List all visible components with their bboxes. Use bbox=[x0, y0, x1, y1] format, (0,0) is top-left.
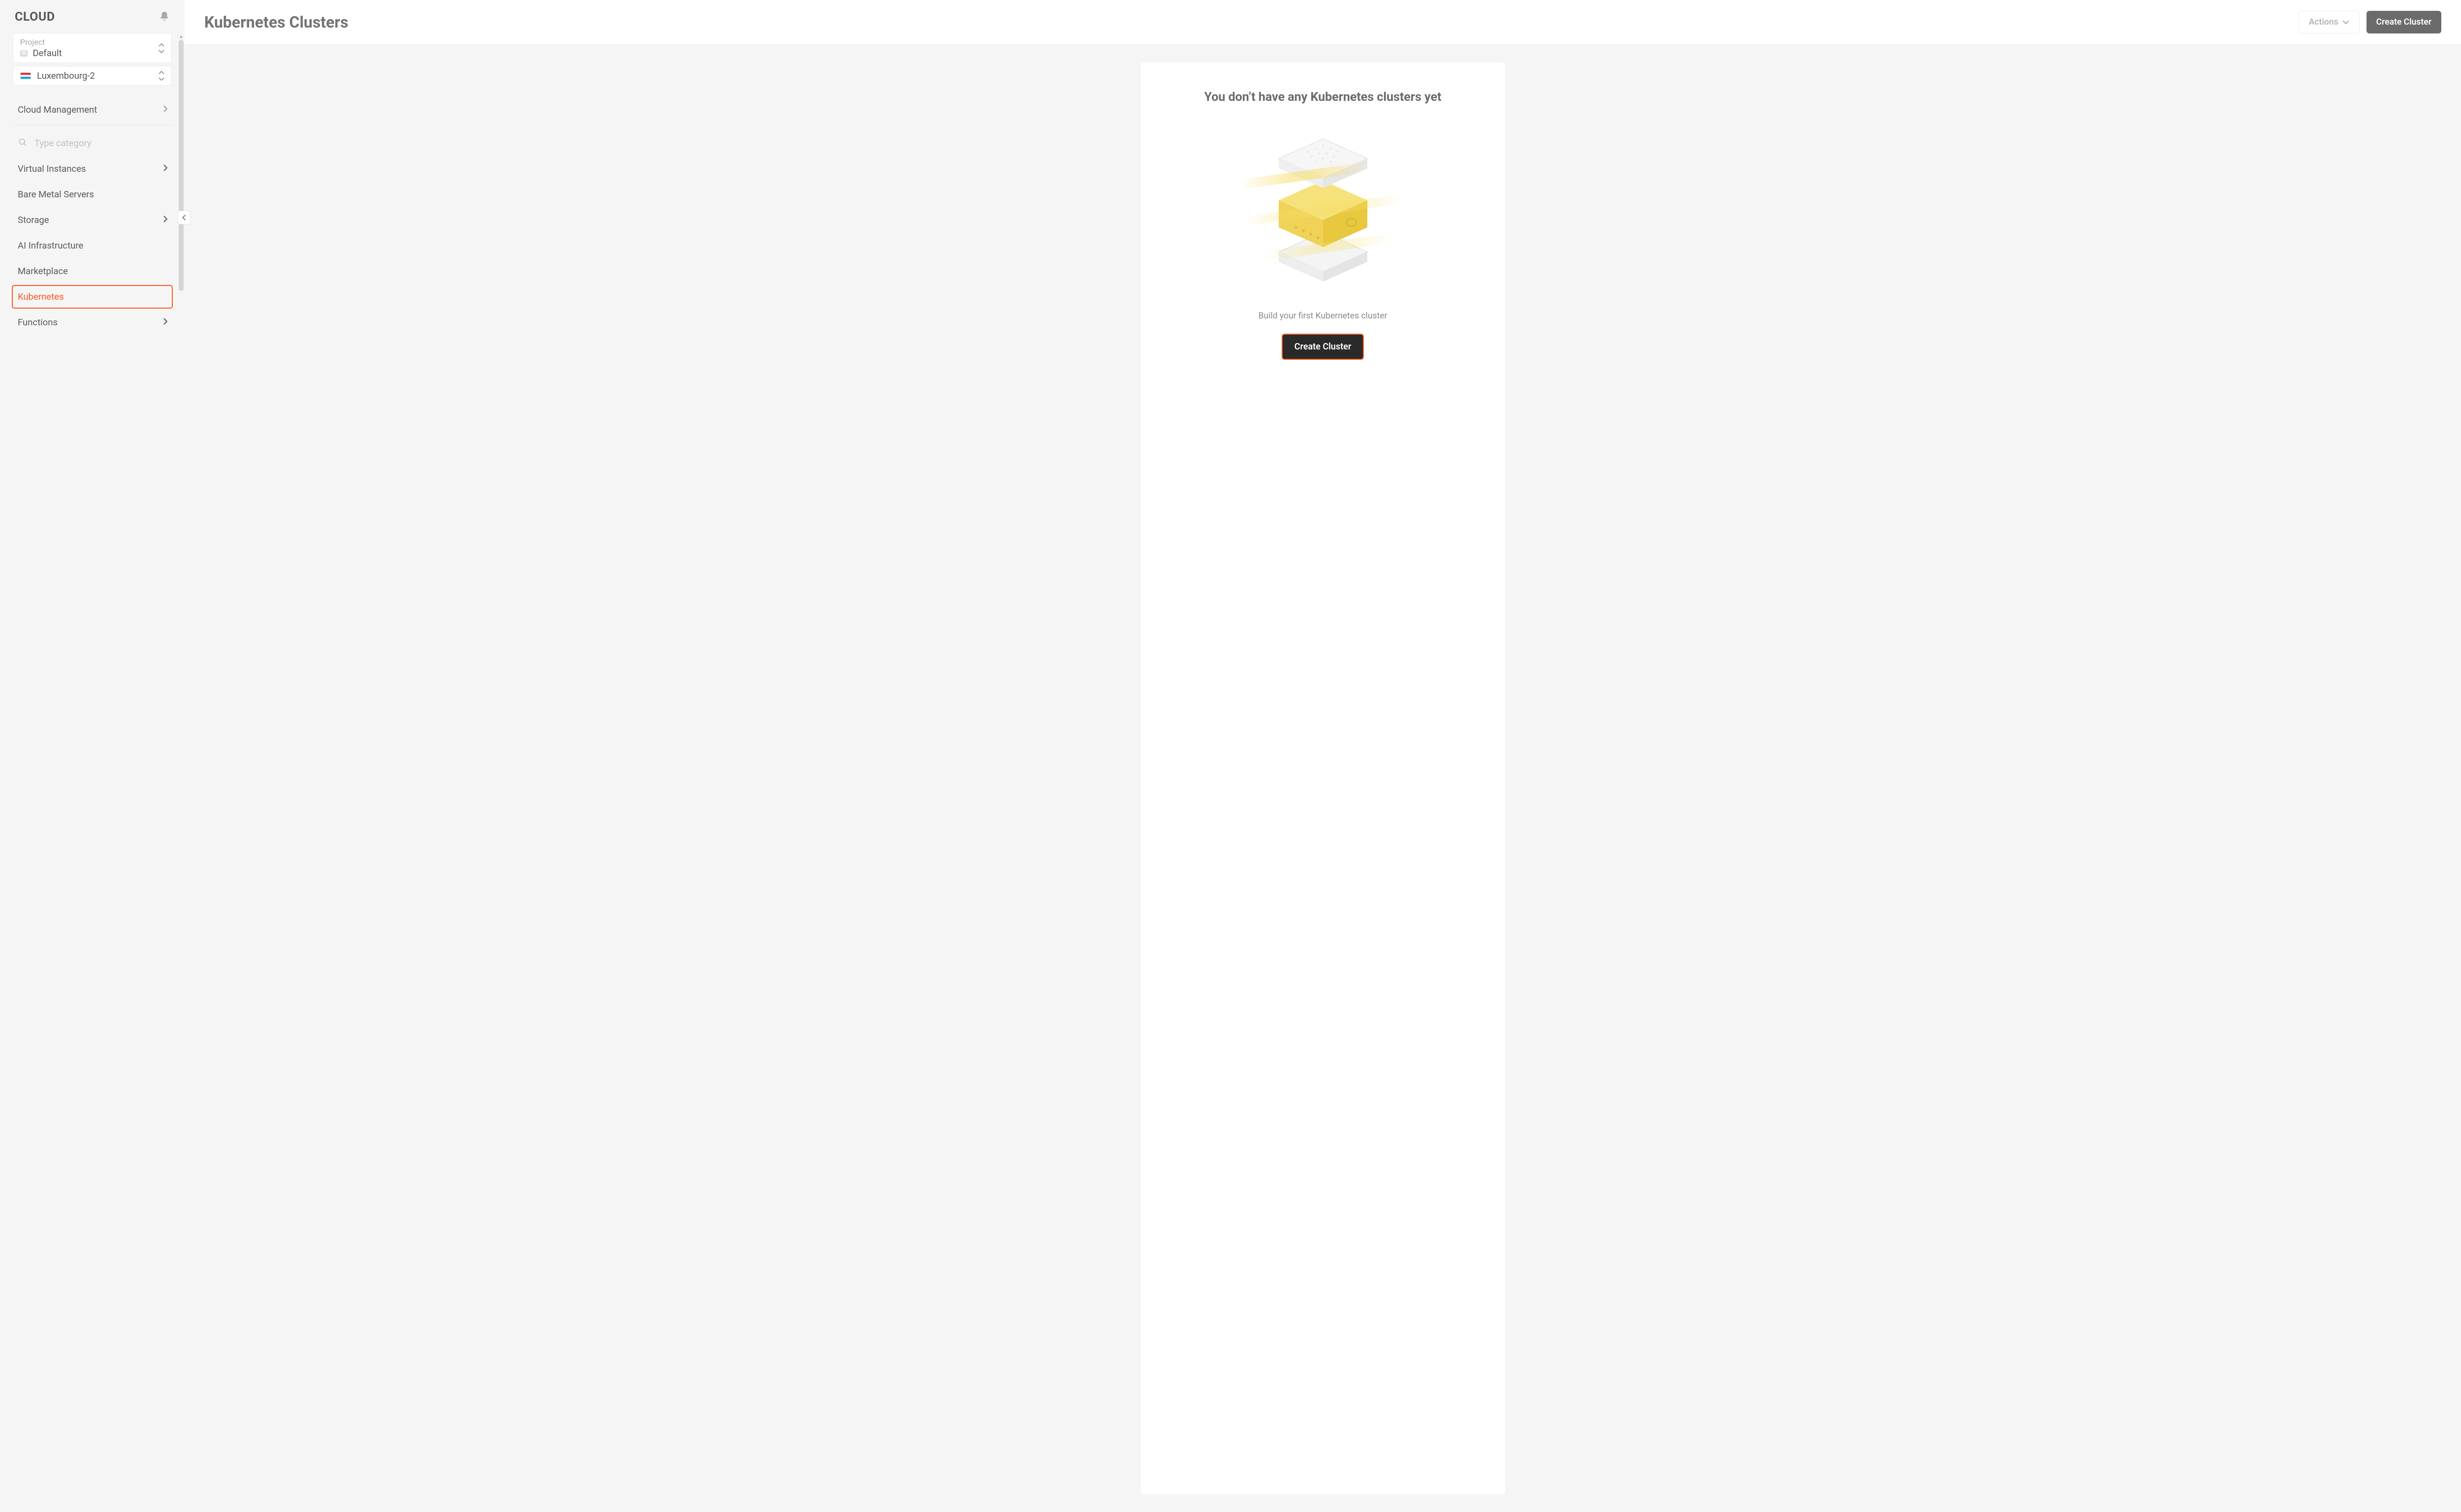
selector-chevrons-icon bbox=[158, 71, 164, 81]
sidebar-item-label: AI Infrastructure bbox=[18, 240, 83, 251]
sidebar-item-functions[interactable]: Functions bbox=[13, 310, 172, 335]
category-search-input[interactable] bbox=[34, 138, 168, 149]
sidebar-item-label: Kubernetes bbox=[18, 291, 64, 302]
empty-state-cta-label: Create Cluster bbox=[1294, 342, 1352, 352]
empty-state-caption: Build your first Kubernetes cluster bbox=[1161, 311, 1485, 321]
flag-luxembourg-icon bbox=[20, 72, 31, 80]
sidebar-item-virtual-instances[interactable]: Virtual Instances bbox=[13, 156, 172, 182]
chevron-right-icon bbox=[163, 215, 168, 225]
create-cluster-button[interactable]: Create Cluster bbox=[2366, 11, 2441, 33]
sidebar-item-label: Functions bbox=[18, 317, 58, 328]
nav-list: Virtual Instances Bare Metal Servers Stora… bbox=[13, 156, 172, 335]
region-value: Luxembourg-2 bbox=[20, 70, 95, 81]
project-value: ID Default bbox=[20, 48, 62, 59]
brand-logo: CLOUD bbox=[15, 10, 55, 24]
empty-state-illustration bbox=[1161, 124, 1485, 282]
region-selector[interactable]: Luxembourg-2 bbox=[13, 66, 172, 86]
search-icon bbox=[18, 137, 28, 149]
sidebar-item-label: Cloud Management bbox=[18, 104, 97, 115]
selector-chevrons-icon bbox=[158, 43, 164, 53]
sidebar-item-kubernetes[interactable]: Kubernetes bbox=[12, 285, 173, 309]
chevron-left-icon bbox=[182, 214, 187, 221]
sidebar-item-label: Storage bbox=[18, 215, 49, 225]
chevron-right-icon bbox=[163, 104, 168, 115]
empty-state-title: You don’t have any Kubernetes clusters y… bbox=[1161, 90, 1485, 104]
sidebar: CLOUD Project ID Default bbox=[0, 0, 185, 1512]
sidebar-scrollbar[interactable]: ▴ bbox=[178, 33, 185, 1502]
sidebar-item-cloud-management[interactable]: Cloud Management bbox=[13, 96, 172, 126]
project-selector[interactable]: Project ID Default bbox=[13, 33, 172, 63]
sidebar-header: CLOUD bbox=[0, 10, 185, 33]
sidebar-item-marketplace[interactable]: Marketplace bbox=[13, 258, 172, 284]
scrollbar-thumb[interactable] bbox=[179, 40, 184, 291]
scroll-up-icon[interactable]: ▴ bbox=[178, 33, 185, 40]
project-value-text: Default bbox=[32, 48, 62, 59]
id-badge-icon: ID bbox=[20, 50, 28, 57]
sidebar-item-label: Virtual Instances bbox=[18, 163, 86, 174]
empty-state-create-button[interactable]: Create Cluster bbox=[1282, 334, 1364, 360]
sidebar-item-bare-metal-servers[interactable]: Bare Metal Servers bbox=[13, 182, 172, 207]
content-area: You don’t have any Kubernetes clusters y… bbox=[185, 45, 2461, 1512]
create-cluster-label: Create Cluster bbox=[2376, 17, 2431, 27]
region-value-text: Luxembourg-2 bbox=[37, 70, 95, 81]
chevron-right-icon bbox=[163, 163, 168, 174]
sidebar-collapse-button[interactable] bbox=[178, 211, 190, 224]
chevron-down-icon bbox=[2342, 20, 2349, 25]
main-content: Kubernetes Clusters Actions Create Clust… bbox=[185, 0, 2461, 1512]
sidebar-item-ai-infrastructure[interactable]: AI Infrastructure bbox=[13, 233, 172, 258]
actions-label: Actions bbox=[2309, 17, 2338, 27]
top-actions: Actions Create Cluster bbox=[2299, 11, 2441, 33]
sidebar-item-storage[interactable]: Storage bbox=[13, 207, 172, 233]
page-title: Kubernetes Clusters bbox=[204, 13, 348, 32]
chevron-right-icon bbox=[163, 317, 168, 328]
empty-state-card: You don’t have any Kubernetes clusters y… bbox=[1141, 63, 1505, 1494]
topbar: Kubernetes Clusters Actions Create Clust… bbox=[185, 0, 2461, 45]
category-search[interactable] bbox=[13, 126, 172, 156]
actions-dropdown[interactable]: Actions bbox=[2299, 11, 2360, 33]
bell-icon[interactable] bbox=[159, 11, 170, 24]
sidebar-item-label: Bare Metal Servers bbox=[18, 189, 94, 200]
sidebar-item-label: Marketplace bbox=[18, 266, 68, 277]
project-label: Project bbox=[20, 37, 62, 47]
